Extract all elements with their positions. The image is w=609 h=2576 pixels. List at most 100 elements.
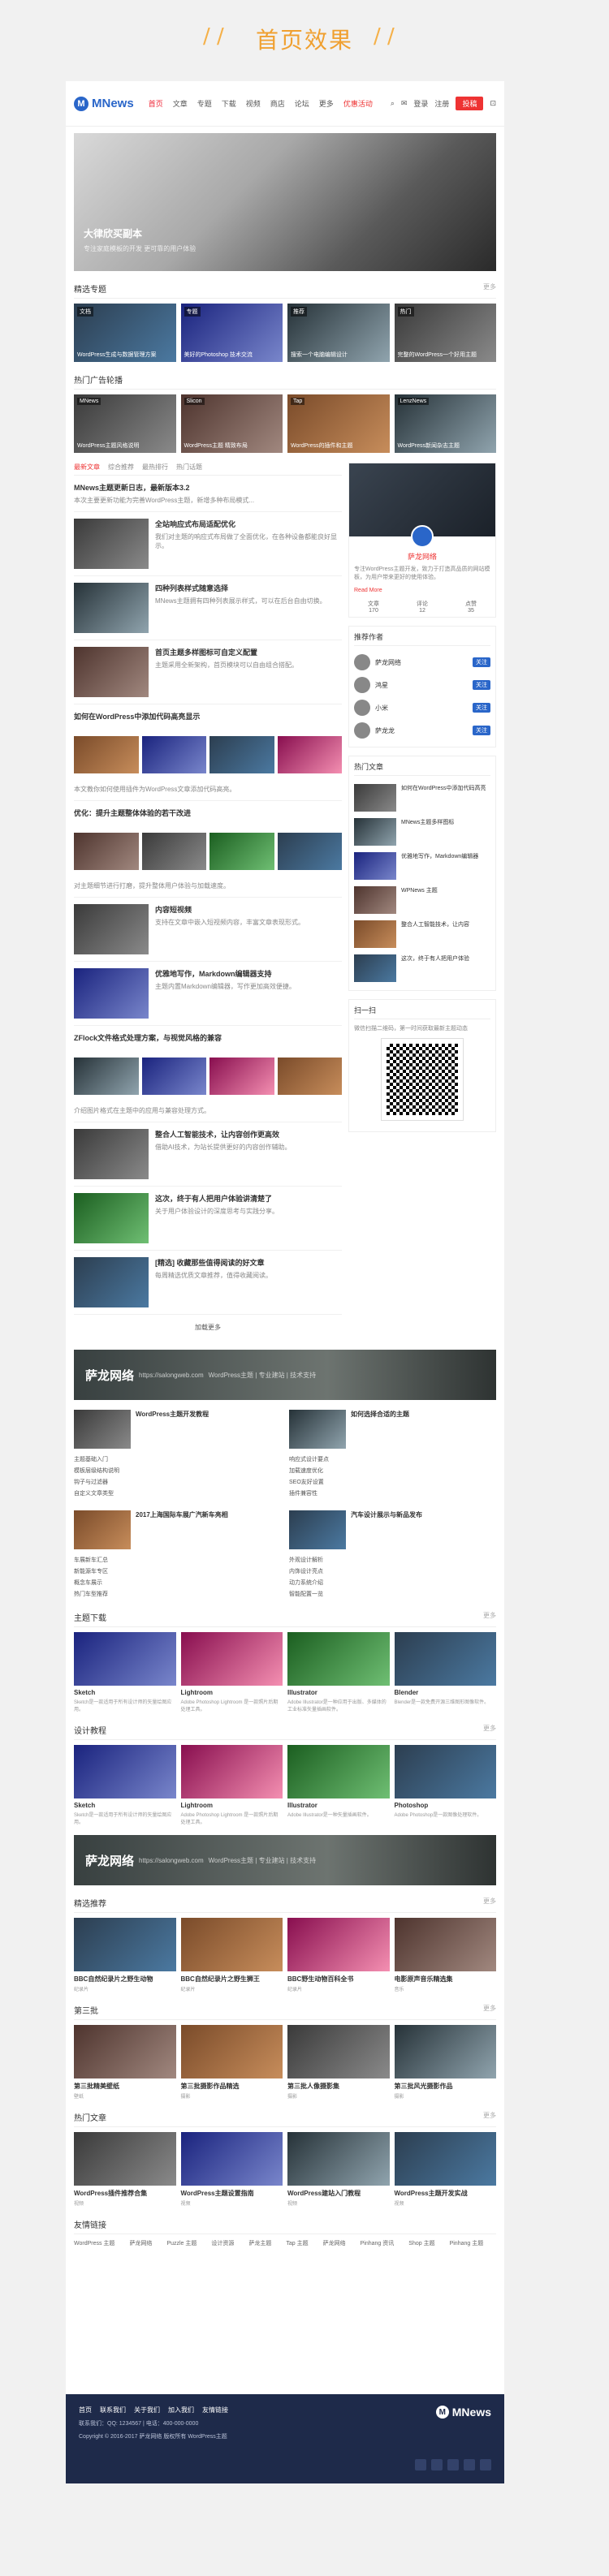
author-row[interactable]: 萨龙网络 关注 xyxy=(354,651,490,674)
post-item[interactable]: [精选] 收藏那些值得阅读的好文章 每周精选优质文章推荐，值得收藏阅读。 xyxy=(74,1251,342,1315)
feature-post[interactable]: 汽车设计展示与新品发布 xyxy=(289,1510,496,1549)
register-link[interactable]: 注册 xyxy=(434,98,449,109)
nav-item[interactable]: 下载 xyxy=(222,98,236,109)
tab[interactable]: 热门话题 xyxy=(176,463,202,472)
featured-card[interactable]: BBC自然纪录片之野生狮王 纪录片 xyxy=(180,1918,283,1992)
video-card[interactable]: WordPress插件推荐合集 视频 xyxy=(74,2132,176,2207)
friend-link[interactable]: 萨龙网络 xyxy=(323,2239,346,2247)
footer-link[interactable]: 友情链接 xyxy=(202,2406,228,2414)
featured-card[interactable]: 电影原声音乐精选集 音乐 xyxy=(394,1918,496,1992)
follow-button[interactable]: 关注 xyxy=(473,680,490,690)
ad-card[interactable]: MNews WordPress主题风格说明 xyxy=(74,394,176,453)
friend-link[interactable]: WordPress 主题 xyxy=(74,2239,114,2247)
post-item[interactable]: 首页主题多样图标可自定义配置 主题采用全新架构，首页模块可以自由组合搭配。 xyxy=(74,640,342,704)
post-item[interactable]: 整合人工智能技术，让内容创作更高效 借助AI技术，为站长提供更好的内容创作辅助。 xyxy=(74,1122,342,1187)
post-item[interactable]: 优雅地写作，Markdown编辑器支持 主题内置Markdown编辑器，写作更加高… xyxy=(74,962,342,1026)
nav-item[interactable]: 文章 xyxy=(173,98,188,109)
nav-item[interactable]: 更多 xyxy=(319,98,334,109)
featured-card[interactable]: BBC野生动物百科全书 纪录片 xyxy=(287,1918,390,1992)
friend-link[interactable]: 萨龙主题 xyxy=(248,2239,271,2247)
feature-post[interactable]: 如何选择合适的主题 xyxy=(289,1410,496,1449)
hot-post[interactable]: WPNews 主题 xyxy=(354,883,490,917)
follow-button[interactable]: 关注 xyxy=(473,726,490,735)
footer-link[interactable]: 关于我们 xyxy=(134,2406,160,2414)
author-name[interactable]: 萨龙网络 xyxy=(349,551,495,562)
design-card[interactable]: Photoshop Adobe Photoshop是一款图像处理软件。 xyxy=(394,1745,496,1825)
video-card[interactable]: WordPress建站入门教程 视频 xyxy=(287,2132,390,2207)
soft-card[interactable]: Illustrator Adobe Illustrator是一种应用于出版、多媒体… xyxy=(287,1632,390,1712)
video-card[interactable]: WordPress主题开发实战 视频 xyxy=(394,2132,496,2207)
post-item[interactable]: 四种列表样式随意选择 MNews主题拥有四种列表展示样式，可以在后台自由切换。 xyxy=(74,576,342,640)
mail-icon[interactable] xyxy=(464,2459,475,2470)
more-link[interactable]: 更多 xyxy=(483,282,496,295)
search-icon[interactable]: ⌕ xyxy=(391,99,395,108)
nav-item[interactable]: 视频 xyxy=(246,98,261,109)
follow-button[interactable]: 关注 xyxy=(473,703,490,713)
hot-post[interactable]: 如何在WordPress中添加代码高亮 xyxy=(354,781,490,815)
author-row[interactable]: 萨龙龙 关注 xyxy=(354,719,490,742)
avatar[interactable] xyxy=(411,525,434,548)
hot-post[interactable]: 这次，终于有人把用户体验 xyxy=(354,951,490,985)
hero-banner[interactable]: 大律欣买副本 专注家庭模板的开发 更可靠的用户体验 xyxy=(74,133,496,271)
footer-link[interactable]: 联系我们 xyxy=(100,2406,126,2414)
post-item-gallery[interactable]: 优化：提升主题整体体验的若干改进 对主题细节进行打磨，提升整体用户体验与加载速度。 xyxy=(74,801,342,898)
post-button[interactable]: 投稿 xyxy=(456,97,484,110)
post-item[interactable]: 这次，终于有人把用户体验讲清楚了 关于用户体验设计的深度思考与实践分享。 xyxy=(74,1187,342,1251)
author-row[interactable]: 鸿星 关注 xyxy=(354,674,490,696)
friend-link[interactable]: Tap 主题 xyxy=(286,2239,308,2247)
tab[interactable]: 最新文章 xyxy=(74,463,100,472)
design-card[interactable]: Sketch Sketch是一款适用于所有设计师的矢量绘图应用。 xyxy=(74,1745,176,1825)
soft-card[interactable]: Blender Blender是一款免费开源三维图形图像软件。 xyxy=(394,1632,496,1712)
chat-icon[interactable]: ✉ xyxy=(401,99,408,108)
feature-post[interactable]: 2017上海国际车展广汽新车亮相 xyxy=(74,1510,281,1549)
follow-button[interactable]: 关注 xyxy=(473,657,490,667)
post-item[interactable]: 内容短视频 支持在文章中嵌入短视频内容，丰富文章表现形式。 xyxy=(74,898,342,962)
nav-item[interactable]: 专题 xyxy=(197,98,212,109)
ad-card[interactable]: Tap WordPress的插件和主题 xyxy=(287,394,390,453)
topic-card[interactable]: 专题 美好的Photoshop 技术交流 xyxy=(180,304,283,362)
share-card[interactable]: 第三批人像摄影集 摄影 xyxy=(287,2025,390,2100)
feature-post[interactable]: WordPress主题开发教程 xyxy=(74,1410,281,1449)
ad-card[interactable]: Slicon WordPress主题 精致布局 xyxy=(180,394,283,453)
footer-link[interactable]: 加入我们 xyxy=(168,2406,194,2414)
soft-card[interactable]: Sketch Sketch是一款适用于所有设计师的矢量绘图应用。 xyxy=(74,1632,176,1712)
post-item[interactable]: MNews主题更新日志，最新版本3.2 本次主要更新功能为完善WordPress主… xyxy=(74,476,342,512)
read-more-link[interactable]: Read More xyxy=(349,584,495,597)
tab[interactable]: 最热排行 xyxy=(142,463,168,472)
topic-card[interactable]: 推荐 搜索一个电脑编辑设计 xyxy=(287,304,390,362)
friend-link[interactable]: 设计资源 xyxy=(211,2239,234,2247)
friend-link[interactable]: 萨龙网络 xyxy=(129,2239,152,2247)
hot-post[interactable]: 优雅地写作，Markdown编辑器 xyxy=(354,849,490,883)
footer-logo[interactable]: M MNews xyxy=(435,2406,491,2419)
tab[interactable]: 综合推荐 xyxy=(108,463,134,472)
rss-icon[interactable] xyxy=(480,2459,491,2470)
post-item-gallery[interactable]: 如何在WordPress中添加代码高亮显示 本文教你如何使用插件为WordPres… xyxy=(74,704,342,801)
ad-card[interactable]: LenzNews WordPress新闻杂志主题 xyxy=(394,394,496,453)
site-logo[interactable]: M MNews xyxy=(74,96,134,111)
topic-card[interactable]: 文档 WordPress生成与数据管理方案 xyxy=(74,304,176,362)
weibo-icon[interactable] xyxy=(415,2459,426,2470)
hot-post[interactable]: 整合人工智能技术，让内容 xyxy=(354,917,490,951)
video-card[interactable]: WordPress主题设置指南 视频 xyxy=(180,2132,283,2207)
soft-card[interactable]: Lightroom Adobe Photoshop Lightroom 是一款照片… xyxy=(180,1632,283,1712)
cart-icon[interactable]: ⊡ xyxy=(490,99,496,108)
nav-hot-tag[interactable]: 优惠活动 xyxy=(343,98,373,109)
post-item[interactable]: 全站响应式布局适配优化 我们对主题的响应式布局做了全面优化，在各种设备都能良好显示… xyxy=(74,512,342,576)
design-card[interactable]: Illustrator Adobe Illustrator是一种矢量插画软件。 xyxy=(287,1745,390,1825)
share-card[interactable]: 第三批精美壁纸 壁纸 xyxy=(74,2025,176,2100)
load-more-button[interactable]: 加载更多 xyxy=(74,1315,342,1340)
nav-item[interactable]: 论坛 xyxy=(295,98,309,109)
ad-banner[interactable]: 萨龙网络 https://salongweb.com WordPress主题 | 专… xyxy=(74,1835,496,1885)
wechat-icon[interactable] xyxy=(431,2459,443,2470)
design-card[interactable]: Lightroom Adobe Photoshop Lightroom 是一款照片… xyxy=(180,1745,283,1825)
share-card[interactable]: 第三批摄影作品精选 摄影 xyxy=(180,2025,283,2100)
featured-card[interactable]: BBC自然纪录片之野生动物 纪录片 xyxy=(74,1918,176,1992)
ad-banner[interactable]: 萨龙网络 https://salongweb.com WordPress主题 | 专… xyxy=(74,1350,496,1400)
friend-link[interactable]: Pinhang 资讯 xyxy=(361,2239,395,2247)
friend-link[interactable]: Pinhang 主题 xyxy=(450,2239,484,2247)
nav-item[interactable]: 商店 xyxy=(270,98,285,109)
footer-link[interactable]: 首页 xyxy=(79,2406,92,2414)
share-card[interactable]: 第三批风光摄影作品 摄影 xyxy=(394,2025,496,2100)
topic-card[interactable]: 热门 完整的WordPress一个好用主题 xyxy=(394,304,496,362)
nav-item[interactable]: 首页 xyxy=(149,98,163,109)
